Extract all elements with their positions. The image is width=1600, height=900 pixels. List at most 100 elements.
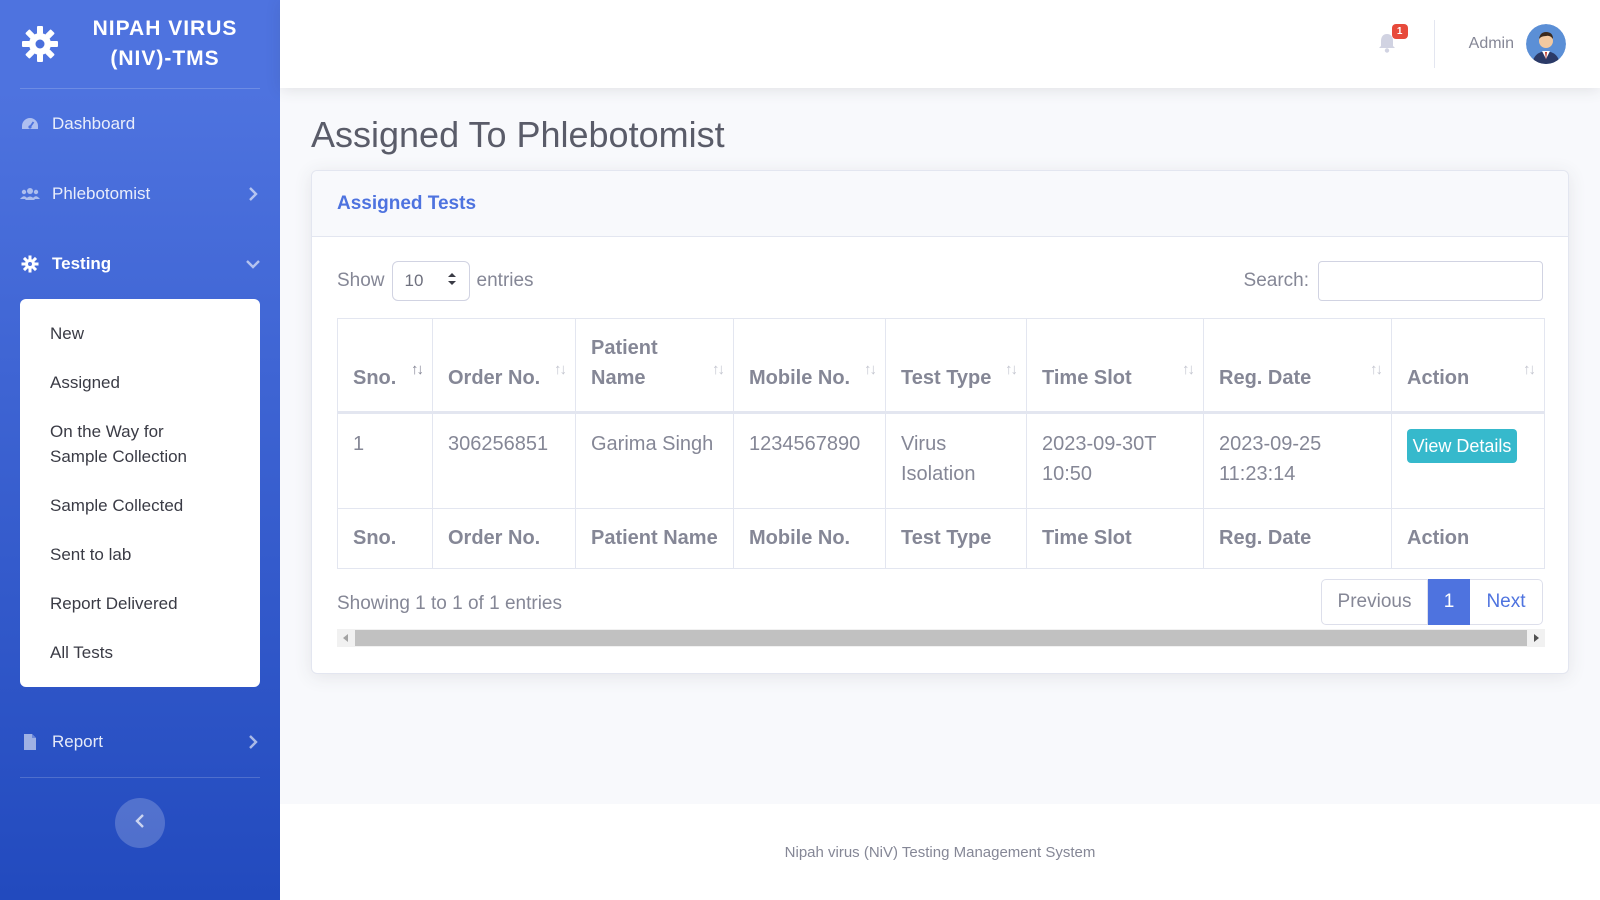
search-control: Search:	[1244, 261, 1543, 301]
footer-text: Nipah virus (NiV) Testing Management Sys…	[784, 843, 1096, 861]
cell-test-type: Virus Isolation	[885, 412, 1027, 509]
sidebar-item-label: Report	[52, 732, 104, 751]
column-header-label: Test Type	[901, 367, 992, 389]
footer-label-test-type: Test Type	[885, 508, 1027, 569]
entries-length-control: Show 10 entries	[337, 261, 534, 301]
scroll-right-icon[interactable]	[1527, 629, 1545, 647]
search-input[interactable]	[1318, 261, 1543, 301]
sort-icon: ↑↓	[712, 361, 725, 378]
submenu-item-assigned[interactable]: Assigned	[20, 358, 260, 407]
sort-icon: ↑↓	[1005, 361, 1018, 378]
footer: Nipah virus (NiV) Testing Management Sys…	[280, 804, 1600, 900]
cell-mobile: 1234567890	[733, 412, 886, 509]
chevron-left-icon	[135, 813, 145, 833]
sort-asc-icon: ↑↓	[411, 361, 424, 378]
view-details-button[interactable]: View Details	[1407, 429, 1517, 463]
column-header-patient-name[interactable]: Patient Name ↑↓	[575, 318, 734, 414]
time-slot-text: 2023-09-30T10:50	[1042, 433, 1157, 485]
sidebar-item-label: Testing	[52, 254, 112, 273]
topbar: 1 Admin	[280, 0, 1600, 88]
footer-label-patient-name: Patient Name	[575, 508, 734, 569]
cell-action: View Details	[1391, 412, 1545, 509]
column-header-reg-date[interactable]: Reg. Date ↑↓	[1203, 318, 1392, 414]
column-header-mobile-no[interactable]: Mobile No. ↑↓	[733, 318, 886, 414]
submenu-item-all-tests[interactable]: All Tests	[20, 628, 260, 677]
sort-icon: ↑↓	[1182, 361, 1195, 378]
pagination-previous[interactable]: Previous	[1321, 579, 1428, 625]
pagination-page-1[interactable]: 1	[1428, 579, 1470, 625]
notifications-button[interactable]: 1	[1376, 24, 1408, 58]
sidebar-toggle-button[interactable]	[115, 798, 165, 848]
horizontal-scrollbar[interactable]	[337, 629, 1545, 647]
column-header-label: Mobile No.	[749, 367, 851, 389]
entries-select[interactable]: 10	[391, 261, 470, 301]
entries-select-value: 10	[404, 271, 424, 290]
chevron-down-icon	[246, 257, 260, 271]
cell-time-slot: 2023-09-30T10:50	[1026, 412, 1204, 509]
chevron-right-icon	[246, 187, 260, 201]
avatar[interactable]	[1526, 24, 1566, 64]
cell-patient-name: Garima Singh	[575, 412, 734, 509]
table-row: 1 306256851 Garima Singh 1234567890 Viru…	[337, 412, 1545, 509]
submenu-item-sample-collected[interactable]: Sample Collected	[20, 481, 260, 530]
topbar-divider	[1433, 20, 1435, 68]
table-controls: Show 10 entries Search:	[337, 261, 1543, 301]
search-label: Search:	[1243, 270, 1309, 291]
bell-icon	[1376, 34, 1398, 58]
dashboard-gauge-icon	[20, 114, 40, 134]
user-name[interactable]: Admin	[1469, 35, 1514, 53]
brand[interactable]: NIPAH VIRUS (NIV)-TMS	[0, 0, 280, 88]
brand-title: NIPAH VIRUS (NIV)-TMS	[92, 17, 238, 70]
sidebar-divider	[20, 777, 260, 778]
cell-order-no: 306256851	[432, 412, 576, 509]
column-header-order-no[interactable]: Order No. ↑↓	[432, 318, 576, 414]
gear-icon	[20, 254, 40, 274]
footer-label-sno: Sno.	[337, 508, 433, 569]
footer-label-time-slot: Time Slot	[1026, 508, 1204, 569]
column-header-label: Order No.	[448, 367, 541, 389]
users-icon	[20, 184, 40, 204]
scrollbar-thumb[interactable]	[355, 630, 1527, 646]
card-title: Assigned Tests	[337, 192, 477, 214]
column-header-action[interactable]: Action ↑↓	[1391, 318, 1545, 414]
column-header-test-type[interactable]: Test Type ↑↓	[885, 318, 1027, 414]
table-header-row: Sno. ↑↓ Order No. ↑↓ Patient Name ↑↓ Mobile…	[337, 318, 1545, 414]
submenu-item-report-delivered[interactable]: Report Delivered	[20, 579, 260, 628]
column-header-label: Patient Name	[591, 337, 658, 389]
sidebar-toggle-wrap	[0, 798, 280, 848]
select-updown-icon	[447, 271, 457, 291]
submenu-item-on-the-way[interactable]: On the Way for Sample Collection	[20, 407, 235, 481]
file-icon	[20, 732, 40, 752]
virus-gear-icon	[18, 22, 62, 66]
show-label: Show	[337, 270, 385, 291]
sidebar-item-phlebotomist[interactable]: Phlebotomist	[0, 159, 280, 229]
sort-icon: ↑↓	[864, 361, 877, 378]
pagination-next[interactable]: Next	[1470, 579, 1543, 625]
test-type-text: Virus Isolation	[901, 433, 976, 485]
table-info: Showing 1 to 1 of 1 entries	[337, 593, 562, 614]
sort-icon: ↑↓	[554, 361, 567, 378]
column-header-label: Reg. Date	[1219, 367, 1312, 389]
chevron-right-icon	[246, 735, 260, 749]
sidebar: NIPAH VIRUS (NIV)-TMS Dashboard Phleboto…	[0, 0, 280, 900]
submenu-item-sent-to-lab[interactable]: Sent to lab	[20, 530, 260, 579]
column-header-sno[interactable]: Sno. ↑↓	[337, 318, 433, 414]
sidebar-item-report[interactable]: Report	[0, 707, 280, 777]
footer-label-reg-date: Reg. Date	[1203, 508, 1392, 569]
footer-label-order-no: Order No.	[432, 508, 576, 569]
footer-label-action: Action	[1391, 508, 1545, 569]
sidebar-item-testing[interactable]: Testing	[0, 229, 280, 299]
scroll-left-icon[interactable]	[337, 629, 355, 647]
reg-date-text: 2023-09-25 11:23:14	[1219, 433, 1322, 485]
notification-count-badge: 1	[1391, 24, 1408, 39]
column-header-time-slot[interactable]: Time Slot ↑↓	[1026, 318, 1204, 414]
footer-label-mobile-no: Mobile No.	[733, 508, 886, 569]
testing-submenu: New Assigned On the Way for Sample Colle…	[20, 299, 260, 687]
submenu-item-new[interactable]: New	[20, 309, 260, 358]
sort-icon: ↑↓	[1523, 361, 1536, 378]
card-header: Assigned Tests	[312, 171, 1568, 237]
cell-sno: 1	[337, 412, 433, 509]
column-header-label: Action	[1407, 367, 1470, 389]
sidebar-item-dashboard[interactable]: Dashboard	[0, 89, 280, 159]
column-header-label: Sno.	[353, 367, 397, 389]
